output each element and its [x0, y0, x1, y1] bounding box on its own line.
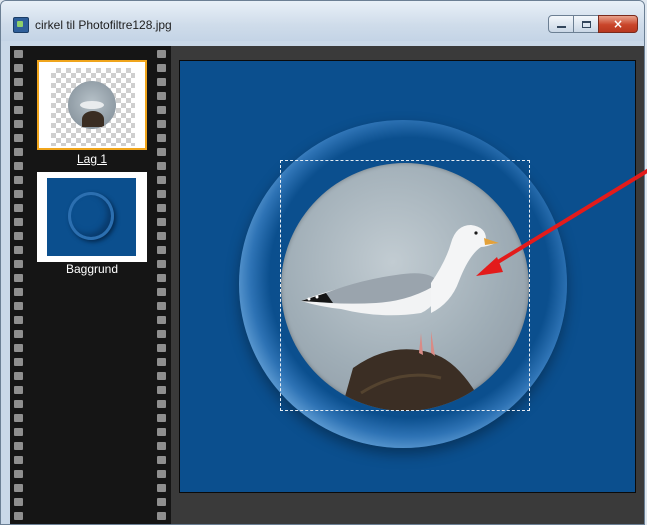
film-perforation: [157, 204, 166, 212]
film-perforation: [14, 92, 23, 100]
film-perforation: [157, 414, 166, 422]
film-perforations-right: [157, 46, 166, 524]
layer-preview-image: [68, 81, 116, 129]
film-perforation: [14, 162, 23, 170]
film-perforations-left: [14, 46, 23, 524]
film-perforation: [157, 274, 166, 282]
film-perforation: [14, 386, 23, 394]
film-perforation: [157, 428, 166, 436]
film-perforation: [157, 330, 166, 338]
film-perforation: [157, 386, 166, 394]
image-canvas[interactable]: [179, 60, 636, 493]
film-perforation: [157, 218, 166, 226]
film-perforation: [157, 400, 166, 408]
film-perforation: [14, 106, 23, 114]
background-preview: [47, 178, 136, 256]
film-perforation: [14, 428, 23, 436]
film-perforation: [14, 400, 23, 408]
film-perforation: [14, 372, 23, 380]
film-perforation: [157, 232, 166, 240]
film-perforation: [157, 442, 166, 450]
film-perforation: [157, 456, 166, 464]
layers-panel: Lag 1 Baggrund: [10, 46, 171, 524]
film-perforation: [14, 246, 23, 254]
film-perforation: [14, 120, 23, 128]
film-perforation: [14, 134, 23, 142]
film-perforation: [14, 316, 23, 324]
layer-thumbnail-baggrund[interactable]: [37, 172, 147, 262]
film-perforation: [14, 358, 23, 366]
film-perforation: [14, 498, 23, 506]
window-title: cirkel til Photofiltre128.jpg: [35, 18, 172, 32]
transparency-checkerboard: [51, 68, 135, 146]
film-perforation: [157, 484, 166, 492]
film-perforation: [14, 148, 23, 156]
close-button[interactable]: ×: [598, 15, 638, 33]
film-perforation: [157, 512, 166, 520]
film-perforation: [14, 288, 23, 296]
selection-marquee[interactable]: [280, 160, 530, 411]
film-perforation: [14, 260, 23, 268]
layer-label-baggrund[interactable]: Baggrund: [37, 262, 147, 276]
film-perforation: [157, 92, 166, 100]
film-perforation: [157, 106, 166, 114]
close-icon: ×: [612, 17, 624, 31]
minimize-button[interactable]: [548, 15, 574, 33]
window-controls: ×: [548, 15, 638, 35]
layer-thumbnail-lag1[interactable]: [37, 60, 147, 150]
film-perforation: [157, 288, 166, 296]
film-perforation: [14, 78, 23, 86]
canvas-workspace: [171, 46, 644, 524]
film-perforation: [157, 134, 166, 142]
film-perforation: [157, 358, 166, 366]
minimize-icon: [556, 26, 566, 28]
film-perforation: [14, 470, 23, 478]
film-perforation: [157, 148, 166, 156]
film-perforation: [157, 302, 166, 310]
film-perforation: [157, 190, 166, 198]
film-perforation: [157, 498, 166, 506]
film-perforation: [14, 302, 23, 310]
film-perforation: [14, 484, 23, 492]
document-window: cirkel til Photofiltre128.jpg × Lag 1 Ba…: [0, 0, 645, 525]
film-perforation: [157, 372, 166, 380]
film-perforation: [14, 218, 23, 226]
film-perforation: [157, 162, 166, 170]
film-perforation: [157, 260, 166, 268]
film-perforation: [14, 204, 23, 212]
film-perforation: [14, 344, 23, 352]
image-file-icon[interactable]: [13, 17, 29, 33]
film-perforation: [14, 512, 23, 520]
film-perforation: [14, 190, 23, 198]
film-perforation: [14, 414, 23, 422]
film-perforation: [14, 232, 23, 240]
film-perforation: [157, 64, 166, 72]
film-perforation: [14, 50, 23, 58]
film-perforation: [157, 120, 166, 128]
film-perforation: [157, 78, 166, 86]
film-perforation: [157, 344, 166, 352]
film-perforation: [14, 176, 23, 184]
mini-gull: [80, 101, 104, 109]
maximize-button[interactable]: [573, 15, 599, 33]
film-perforation: [157, 50, 166, 58]
film-perforation: [157, 316, 166, 324]
film-perforation: [14, 442, 23, 450]
film-perforation: [157, 176, 166, 184]
film-perforation: [14, 330, 23, 338]
mini-rock: [82, 111, 104, 127]
film-perforation: [14, 456, 23, 464]
ring-preview: [68, 192, 114, 240]
maximize-icon: [581, 20, 591, 28]
layer-label-lag1[interactable]: Lag 1: [37, 152, 147, 166]
film-perforation: [157, 246, 166, 254]
film-perforation: [14, 274, 23, 282]
film-perforation: [14, 64, 23, 72]
title-bar[interactable]: cirkel til Photofiltre128.jpg ×: [1, 1, 644, 41]
film-perforation: [157, 470, 166, 478]
